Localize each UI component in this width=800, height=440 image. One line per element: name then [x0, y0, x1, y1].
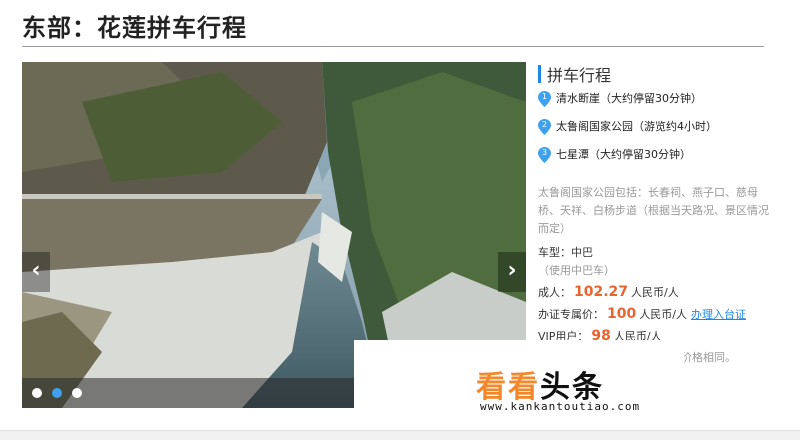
- adult-price-unit: 人民币/人: [631, 286, 679, 299]
- location-pin-icon: 2: [538, 119, 551, 135]
- adult-price-row: 成人： 102.27 人民币/人: [538, 283, 778, 302]
- watermark-url: www.kankantoutiao.com: [480, 400, 641, 413]
- park-description: 太鲁阁国家公园包括：长春祠、燕子口、慈母桥、天祥、白杨步道（根据当天路况、景区情…: [538, 186, 769, 235]
- page-title: 东部：花莲拼车行程: [22, 14, 247, 42]
- section-header: 拼车行程: [538, 62, 778, 86]
- carousel-next-button[interactable]: ›: [498, 252, 526, 292]
- itinerary-panel: 拼车行程 1 清水断崖（大约停留30分钟） 2 太鲁阁国家公园（游览约4小时） …: [538, 62, 778, 367]
- carousel-dot-1[interactable]: [32, 388, 42, 398]
- vehicle-note: （使用中巴车）: [538, 264, 615, 277]
- carousel-dot-3[interactable]: [72, 388, 82, 398]
- stop-text: 七星潭（大约停留30分钟）: [556, 148, 691, 161]
- carousel-prev-button[interactable]: ‹: [22, 252, 50, 292]
- stop-item: 2 太鲁阁国家公园（游览约4小时）: [538, 117, 778, 142]
- stop-text: 太鲁阁国家公园（游览约4小时）: [556, 120, 717, 133]
- location-pin-icon: 3: [538, 147, 551, 163]
- section-accent-bar: [538, 65, 541, 83]
- stop-item: 1 清水断崖（大约停留30分钟）: [538, 89, 778, 114]
- section-title: 拼车行程: [547, 66, 612, 85]
- permit-price-value: 100: [607, 306, 637, 322]
- stop-number: 3: [541, 148, 548, 157]
- stop-number: 1: [541, 92, 548, 101]
- permit-price-unit: 人民币/人: [639, 308, 687, 321]
- stop-text: 清水断崖（大约停留30分钟）: [556, 92, 702, 105]
- stop-number: 2: [541, 120, 548, 129]
- watermark-logo: 看看头条 www.kankantoutiao.com: [354, 340, 684, 432]
- location-pin-icon: 1: [538, 91, 551, 107]
- carousel-dot-2[interactable]: [52, 388, 62, 398]
- permit-price-label: 办证专属价：: [538, 308, 604, 321]
- adult-price-value: 102.27: [574, 284, 629, 300]
- stop-item: 3 七星潭（大约停留30分钟）: [538, 145, 778, 170]
- permit-price-row: 办证专属价： 100 人民币/人 办理入台证: [538, 305, 778, 324]
- adult-price-label: 成人：: [538, 286, 571, 299]
- vehicle-type: 车型：中巴: [538, 246, 593, 259]
- bottom-strip: [0, 430, 800, 440]
- title-divider: [22, 46, 764, 47]
- permit-apply-link[interactable]: 办理入台证: [691, 308, 746, 321]
